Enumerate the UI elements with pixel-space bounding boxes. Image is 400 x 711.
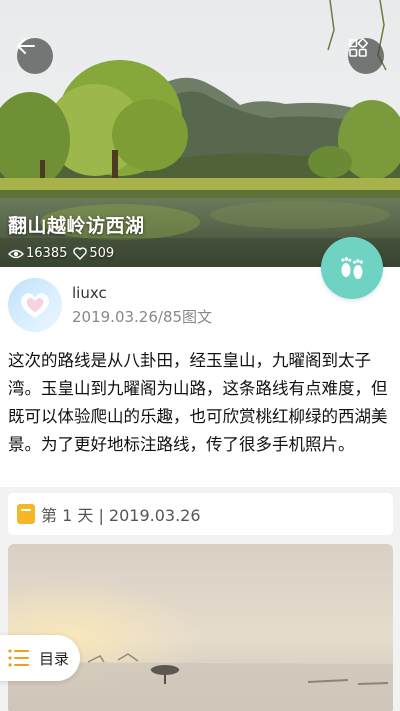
back-button[interactable] (17, 38, 53, 74)
eye-icon (8, 249, 24, 258)
notebook-icon (17, 504, 35, 524)
article-title: 翻山越岭访西湖 (8, 215, 145, 237)
hero-image: 翻山越岭访西湖 16385 509 (0, 0, 400, 267)
misty-lake-picture (8, 544, 393, 711)
avatar-picture (20, 293, 50, 318)
back-arrow-icon (17, 38, 35, 54)
footprint-icon (341, 257, 363, 279)
grid-icon (349, 38, 368, 57)
avatar[interactable] (8, 278, 62, 332)
article-stats: 16385 509 (8, 246, 120, 261)
day-label: 第 1 天 | 2019.03.26 (41, 506, 201, 525)
likes-count: 509 (89, 246, 115, 261)
toc-label: 目录 (39, 649, 70, 668)
author-name[interactable]: liuxc (72, 284, 107, 302)
day-photo[interactable] (8, 544, 393, 711)
day-section-header[interactable]: 第 1 天 | 2019.03.26 (8, 493, 393, 535)
views-stat: 16385 (8, 246, 67, 261)
views-count: 16385 (26, 246, 68, 261)
grid-menu-button[interactable] (348, 38, 384, 74)
heart-icon (73, 247, 88, 260)
post-meta: 2019.03.26/85图文 (72, 308, 213, 326)
list-icon (8, 649, 29, 667)
article-content: liuxc 2019.03.26/85图文 这次的路线是从八卦田，经玉皇山，九曜… (0, 267, 400, 487)
toc-button[interactable]: 目录 (0, 635, 80, 681)
likes-stat: 509 (73, 246, 114, 261)
footprint-button[interactable] (321, 237, 383, 299)
article-body: 这次的路线是从八卦田，经玉皇山，九曜阁到太子湾。玉皇山到九曜阁为山路，这条路线有… (8, 351, 388, 454)
